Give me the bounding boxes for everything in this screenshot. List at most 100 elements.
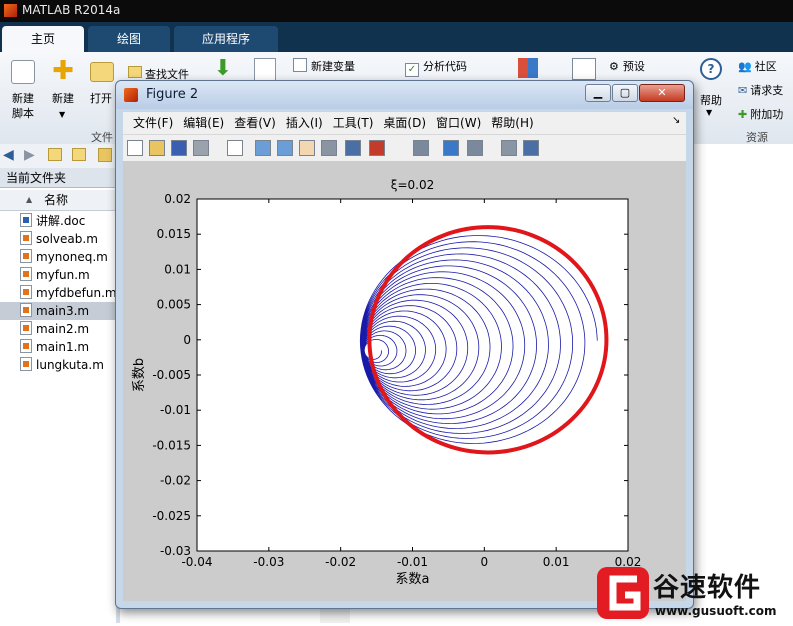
file-name: main2.m [36, 322, 90, 336]
community-button[interactable]: 👥 社区 [738, 58, 777, 74]
tab-home-label: 主页 [30, 32, 55, 46]
x-axis-label: 系数a [396, 572, 430, 587]
file-name: lungkuta.m [36, 358, 104, 372]
file-row[interactable]: myfdbefun.m [0, 284, 117, 302]
plot-svg: -0.04 -0.03 -0.02 -0.01 0 0.01 0.020.020.0150.… [132, 178, 641, 587]
x-tick-label: -0.01 [397, 555, 428, 569]
layout-icon[interactable] [518, 58, 538, 78]
dock-arrow-icon[interactable]: ↘ [672, 115, 680, 126]
import-data-icon[interactable]: ⬇ [212, 56, 234, 82]
figure-title: Figure 2 [146, 87, 199, 102]
new-script-label-2: 脚本 [12, 107, 34, 120]
rotate-icon[interactable] [321, 140, 337, 156]
new-figure-icon[interactable] [127, 140, 143, 156]
file-row[interactable]: 讲解.doc [0, 212, 116, 230]
new-variable-button[interactable]: 新建变量 [293, 58, 355, 74]
file-row[interactable]: main1.m [0, 338, 116, 356]
close-button[interactable]: ✕ [639, 84, 685, 102]
forward-arrow-icon[interactable]: ▶ [24, 147, 35, 163]
legend-icon[interactable] [467, 140, 483, 156]
y-tick-label: -0.025 [152, 509, 191, 523]
up-folder-icon[interactable] [48, 148, 62, 161]
open-icon[interactable] [149, 140, 165, 156]
y-tick-label: 0.015 [157, 227, 191, 241]
new-script-button[interactable]: 新建 脚本 [4, 58, 42, 124]
x-tick-label: -0.03 [253, 555, 284, 569]
save-icon[interactable] [171, 140, 187, 156]
file-row[interactable]: main3.m [0, 302, 116, 320]
tab-plots[interactable]: 绘图 [88, 26, 170, 52]
name-column-header[interactable]: ▲ 名称 [0, 190, 120, 211]
x-tick-label: 0 [481, 555, 489, 569]
file-row[interactable]: lungkuta.m [0, 356, 116, 374]
figure-menu-item[interactable]: 桌面(D) [383, 112, 426, 134]
link-icon[interactable] [413, 140, 429, 156]
print-icon[interactable] [193, 140, 209, 156]
chart-title: ξ=0.02 [391, 178, 434, 192]
file-item: 讲解.doc [20, 212, 85, 230]
back-arrow-icon[interactable]: ◀ [3, 147, 14, 163]
help-chevron-icon: ▼ [706, 108, 713, 117]
request-support-button[interactable]: ✉ 请求支 [738, 82, 783, 98]
maximize-icon: ▢ [619, 86, 631, 99]
watermark-brand: 谷速软件 [653, 573, 762, 603]
maximize-button[interactable]: ▢ [612, 84, 638, 102]
y-axis-label: 系数b [132, 358, 147, 392]
hide-plot-tools-icon[interactable] [501, 140, 517, 156]
figure-title-bar: Figure 2 ▁ ▢ ✕ [116, 81, 693, 109]
file-item: main2.m [20, 320, 89, 338]
figure-menu-item[interactable]: 编辑(E) [183, 112, 224, 134]
pointer-icon[interactable] [227, 140, 243, 156]
figure-menu-item[interactable]: 文件(F) [133, 112, 173, 134]
show-plot-tools-icon[interactable] [523, 140, 539, 156]
tab-home[interactable]: 主页 [2, 26, 84, 52]
brush-icon[interactable] [369, 140, 385, 156]
figure-menu-item[interactable]: 插入(I) [286, 112, 323, 134]
path-folder-icon[interactable] [98, 148, 112, 162]
addons-button[interactable]: ✚ 附加功 [738, 106, 783, 122]
watermark-url: www.gusuoft.com [655, 604, 777, 618]
data-cursor-icon[interactable] [345, 140, 361, 156]
help-label: 帮助 [700, 94, 722, 107]
analyze-code-button[interactable]: ✓ 分析代码 [405, 58, 467, 77]
figure-menu-item[interactable]: 帮助(H) [491, 112, 533, 134]
zoom-in-icon[interactable] [255, 140, 271, 156]
figure-menu-item[interactable]: 工具(T) [333, 112, 374, 134]
name-header-label: 名称 [44, 193, 69, 207]
file-name: solveab.m [36, 232, 98, 246]
minimize-button[interactable]: ▁ [585, 84, 611, 102]
figure-menu-item[interactable]: 查看(V) [234, 112, 276, 134]
browse-folder-icon[interactable] [72, 148, 86, 161]
file-row[interactable]: main2.m [0, 320, 116, 338]
file-name: 讲解.doc [36, 214, 86, 228]
tab-apps[interactable]: 应用程序 [174, 26, 278, 52]
help-icon[interactable]: ? [700, 58, 722, 80]
support-icon: ✉ [738, 84, 748, 97]
pan-icon[interactable] [299, 140, 315, 156]
file-row[interactable]: solveab.m [0, 230, 116, 248]
y-tick-label: 0.005 [157, 298, 191, 312]
preferences-label: 预设 [622, 60, 645, 73]
new-button[interactable]: ✚ 新建 ▼ [46, 58, 80, 124]
file-item: myfdbefun.m [20, 284, 117, 302]
y-tick-label: 0.02 [164, 192, 191, 206]
figure-canvas: -0.04 -0.03 -0.02 -0.01 0 0.01 0.02 0.02 0.015 0.… [123, 161, 686, 601]
zoom-out-icon[interactable] [277, 140, 293, 156]
workspace-icon[interactable] [254, 58, 276, 82]
file-name: myfdbefun.m [36, 286, 117, 300]
set-path-icon[interactable] [572, 58, 596, 80]
colorbar-icon[interactable] [443, 140, 459, 156]
checklist-icon: ✓ [405, 63, 419, 77]
m-file-icon [20, 285, 32, 299]
figure-menu-bar: 文件(F) 编辑(E) 查看(V) 插入(I) 工具(T) 桌面(D) 窗口(W) 帮助(H) [123, 112, 686, 134]
file-item: solveab.m [20, 230, 98, 248]
file-row[interactable]: mynoneq.m [0, 248, 116, 266]
figure-menu-item[interactable]: 窗口(W) [436, 112, 481, 134]
figure-toolbar [123, 134, 686, 162]
community-label: 社区 [754, 60, 777, 73]
folder-icon [90, 62, 114, 82]
open-button[interactable]: 打开 [84, 58, 118, 124]
file-row[interactable]: myfun.m [0, 266, 116, 284]
preferences-button[interactable]: ⚙ 预设 [609, 58, 645, 74]
app-title: MATLAB R2014a [22, 3, 121, 17]
